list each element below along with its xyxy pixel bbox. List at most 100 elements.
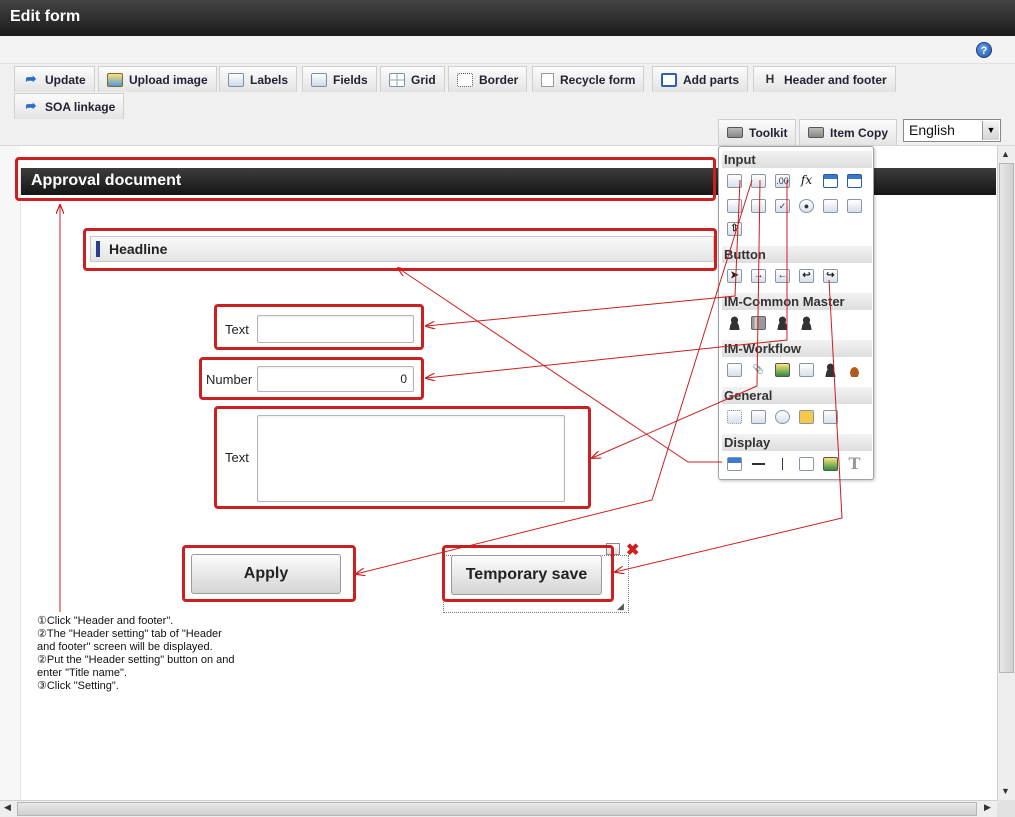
horizontal-line-icon[interactable]: [751, 457, 766, 471]
scroll-down-icon[interactable]: ▼: [1001, 786, 1010, 796]
fields-button[interactable]: Fields: [302, 66, 377, 92]
frame-icon[interactable]: [727, 410, 742, 424]
window-title: Edit form: [10, 8, 81, 25]
soa-linkage-button[interactable]: ➦ SOA linkage: [14, 93, 125, 119]
recycle-form-icon: [541, 72, 554, 87]
instruction-line: enter "Title name".: [37, 667, 127, 679]
headline-label: Headline: [109, 241, 168, 257]
horizontal-scroll-thumb[interactable]: [17, 802, 977, 816]
file-upload-icon[interactable]: ⇧: [727, 222, 742, 236]
resize-handle-icon[interactable]: ◢: [617, 601, 624, 612]
toolkit-icon: [727, 127, 743, 138]
vertical-line-icon[interactable]: [775, 457, 790, 471]
item-copy-label: Item Copy: [830, 125, 889, 140]
toolkit-label: Toolkit: [749, 125, 788, 140]
add-parts-label: Add parts: [683, 72, 740, 87]
tooltip-icon[interactable]: [799, 410, 814, 424]
delete-icon[interactable]: ✖: [626, 540, 639, 560]
formula-icon[interactable]: fx: [799, 174, 814, 188]
submit-button-icon[interactable]: ➤: [727, 269, 742, 283]
next-button-icon[interactable]: →: [751, 269, 766, 283]
calendar-icon[interactable]: [823, 174, 838, 188]
clipboard-icon[interactable]: [727, 363, 742, 377]
recycle-form-button[interactable]: Recycle form: [532, 66, 645, 92]
picture-icon[interactable]: [823, 457, 838, 471]
headline-accent-bar: [96, 241, 100, 257]
recycle-form-label: Recycle form: [560, 72, 636, 87]
document-icon[interactable]: [799, 363, 814, 377]
palette-section-button: Button: [722, 246, 872, 263]
textarea-label: Text: [225, 450, 249, 465]
rectangle-icon[interactable]: [799, 457, 814, 471]
panel-icon[interactable]: [823, 410, 838, 424]
item-copy-icon: [808, 127, 824, 138]
palette-section-input: Input: [722, 151, 872, 168]
chevron-down-icon[interactable]: ▼: [982, 121, 999, 140]
horizontal-scrollbar[interactable]: ◀ ▶: [0, 800, 997, 817]
border-label: Border: [479, 72, 519, 87]
toolkit-tab[interactable]: Toolkit: [718, 119, 797, 145]
temporary-save-button[interactable]: Temporary save: [451, 555, 602, 595]
scroll-right-icon[interactable]: ▶: [984, 802, 991, 813]
item-copy-tab[interactable]: Item Copy: [799, 119, 898, 145]
border-button[interactable]: Border: [448, 66, 528, 92]
company-icon[interactable]: [751, 316, 766, 330]
text-field-label: Text: [225, 322, 249, 337]
multiline-list-icon[interactable]: [847, 199, 862, 213]
soa-linkage-label: SOA linkage: [45, 99, 116, 114]
palette-section-im-workflow: IM-Workflow: [722, 340, 872, 357]
add-parts-button[interactable]: Add parts: [652, 66, 749, 92]
scroll-corner: [997, 800, 1015, 817]
textbox-button-icon[interactable]: [751, 174, 766, 188]
number-icon[interactable]: .00: [775, 174, 790, 188]
date-range-icon[interactable]: [847, 174, 862, 188]
instruction-line: ②Put the "Header setting" button on and: [37, 654, 235, 666]
update-label: Update: [45, 72, 86, 87]
dropdown-icon[interactable]: [727, 199, 742, 213]
temporary-save-button-icon[interactable]: ↪: [823, 269, 838, 283]
update-button[interactable]: ➦ Update: [14, 66, 95, 92]
vertical-scrollbar[interactable]: ▲ ▼: [997, 146, 1015, 800]
user-icon[interactable]: [727, 316, 742, 330]
copy-item-icon[interactable]: [606, 543, 620, 555]
instruction-line: ①Click "Header and footer".: [37, 615, 174, 627]
text-area[interactable]: [257, 415, 565, 502]
palette-section-general: General: [722, 387, 872, 404]
text-label-icon[interactable]: T: [847, 456, 862, 472]
number-field[interactable]: 0: [257, 366, 414, 392]
camera-icon[interactable]: [775, 410, 790, 424]
select-list-icon[interactable]: [823, 199, 838, 213]
grid-button[interactable]: Grid: [380, 66, 445, 92]
upload-image-button[interactable]: Upload image: [98, 66, 217, 92]
headline-part-icon[interactable]: [727, 457, 742, 471]
checkbox-icon[interactable]: ✓: [775, 199, 790, 213]
title-bar: Edit form: [0, 0, 1015, 36]
organization-icon[interactable]: [775, 316, 790, 330]
headline-item[interactable]: Headline: [90, 236, 714, 262]
header-and-footer-button[interactable]: H Header and footer: [753, 66, 896, 92]
scroll-left-icon[interactable]: ◀: [4, 802, 11, 813]
list-icon[interactable]: [751, 199, 766, 213]
return-button-icon[interactable]: ↩: [799, 269, 814, 283]
text-field[interactable]: [257, 315, 414, 343]
paperclip-icon[interactable]: 📎: [751, 363, 766, 377]
apply-button[interactable]: Apply: [191, 554, 341, 594]
fields-icon: [311, 72, 327, 87]
back-button-icon[interactable]: ←: [775, 269, 790, 283]
add-parts-icon: [661, 72, 677, 87]
radio-icon[interactable]: ●: [799, 199, 814, 213]
memo-icon[interactable]: [751, 410, 766, 424]
help-icon[interactable]: ?: [976, 42, 992, 58]
language-select[interactable]: English ▼: [903, 119, 1001, 142]
sub-bar: [0, 36, 1015, 64]
scroll-up-icon[interactable]: ▲: [1001, 149, 1010, 159]
labels-button[interactable]: Labels: [219, 66, 298, 92]
role-icon[interactable]: [799, 316, 814, 330]
approver-icon[interactable]: [823, 363, 838, 377]
vertical-scroll-thumb[interactable]: [999, 163, 1014, 673]
toolbar: ➦ Update Upload image Labels Fields Grid…: [0, 64, 1015, 146]
textbox-icon[interactable]: [727, 174, 742, 188]
image-icon[interactable]: [775, 363, 790, 377]
stamp-icon[interactable]: [847, 363, 862, 377]
update-icon: ➦: [25, 70, 37, 86]
